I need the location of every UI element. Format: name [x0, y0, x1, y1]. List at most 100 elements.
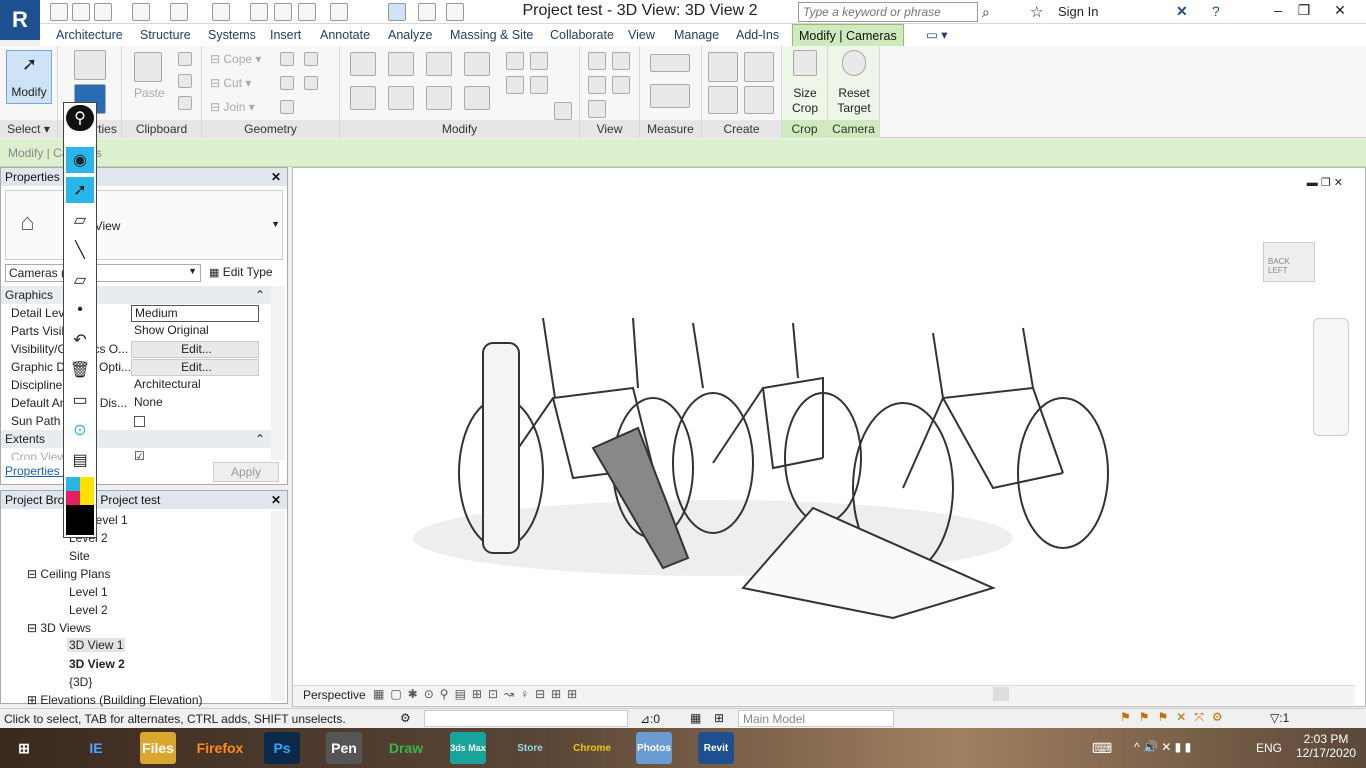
measure-icon[interactable] [212, 3, 230, 21]
select-dropdown[interactable]: Select ▾ [0, 120, 57, 138]
mirror-axis-icon[interactable] [426, 52, 452, 76]
store-icon[interactable]: Store [512, 732, 548, 764]
tab-analyze[interactable]: Analyze [382, 24, 438, 46]
cut-clipboard-icon[interactable] [178, 52, 192, 66]
category-graphics[interactable]: Graphics ⌃ [1, 286, 271, 304]
tree-item[interactable]: Level 1 [69, 585, 108, 599]
cope-button[interactable]: ⊟ Cope ▾ [210, 52, 261, 66]
pin-icon[interactable] [530, 76, 548, 94]
copy-modify-icon[interactable] [388, 86, 414, 110]
design-option-select[interactable]: Main Model [738, 710, 894, 727]
redo-icon[interactable] [170, 3, 188, 21]
firefox-icon[interactable]: Firefox [197, 732, 244, 764]
tab-modify-cameras[interactable]: Modify | Cameras [792, 24, 904, 46]
reset-target-button[interactable]: Reset Target [832, 50, 876, 118]
drawing-app-icon[interactable]: Draw [388, 732, 424, 764]
property-value[interactable]: Architectural [131, 377, 259, 394]
keyboard-icon[interactable]: ⌨ [1092, 740, 1112, 757]
binoculars-icon[interactable]: ⌕ [982, 4, 990, 21]
trim-icon[interactable] [464, 86, 490, 110]
tree-item[interactable]: {3D} [69, 675, 92, 689]
color-black[interactable] [66, 505, 94, 535]
viewcube[interactable]: BACK LEFT [1263, 242, 1315, 282]
tray-icons[interactable]: ^ 🔊 ✕ ▮ ▮ [1134, 740, 1191, 754]
tree-item[interactable]: Site [69, 549, 90, 563]
measure-distance-icon[interactable] [650, 54, 690, 72]
align-icon[interactable] [350, 52, 376, 76]
wall-joins-icon[interactable] [280, 52, 294, 66]
view-control-icons[interactable]: ▦▢✱⊙⚲▤⊞⊡↝♀⊟⊞⊞ [373, 687, 583, 701]
join-roof-icon[interactable] [280, 76, 294, 90]
pen-tool-icon[interactable]: Pen [326, 732, 362, 764]
open-icon[interactable] [50, 3, 68, 21]
edit-button[interactable]: Edit... [131, 341, 259, 358]
edit-type-button[interactable]: ▦ Edit Type [207, 263, 283, 283]
type-selector[interactable]: ⌂ 3D View ▼ [5, 190, 283, 260]
type-properties-icon[interactable] [74, 50, 106, 80]
tab-structure[interactable]: Structure [134, 24, 197, 46]
paste-icon[interactable] [134, 52, 162, 82]
mirror-draw-icon[interactable] [464, 52, 490, 76]
tab-view[interactable]: View [622, 24, 661, 46]
worksets-icon[interactable]: ⚙ [400, 711, 411, 725]
design-options-icon[interactable]: ⊞ [714, 711, 724, 725]
tree-node[interactable]: ⊟ 3D Views [27, 621, 91, 635]
tab-annotate[interactable]: Annotate [314, 24, 376, 46]
checkbox[interactable] [134, 416, 145, 427]
tab-add-ins[interactable]: Add-Ins [730, 24, 785, 46]
split-face-icon[interactable] [304, 52, 318, 66]
pen-app-icon[interactable]: ⚲ [66, 105, 94, 131]
apply-button[interactable]: Apply [213, 462, 279, 482]
eraser-icon[interactable]: ▱ [66, 267, 94, 293]
array-icon[interactable] [530, 52, 548, 70]
close-icon[interactable]: ✕ [271, 168, 281, 186]
tab-massing-site[interactable]: Massing & Site [444, 24, 539, 46]
projection-mode[interactable]: Perspective [303, 688, 366, 702]
clipboard-icon[interactable]: ▤ [66, 447, 94, 473]
paint-icon[interactable] [304, 76, 318, 90]
category-extents[interactable]: Extents ⌃ [1, 430, 271, 448]
selection-settings-icons[interactable]: ⚑⚑⚑✕⤧⚙ [1120, 710, 1231, 725]
star-icon[interactable]: ☆ [1030, 3, 1043, 21]
line-style-icon[interactable] [612, 76, 630, 94]
property-value[interactable]: Show Original [131, 323, 259, 340]
tree-node[interactable]: ⊟ Ceiling Plans [27, 567, 110, 581]
property-value[interactable]: None [131, 395, 259, 412]
exchange-icon[interactable]: ✕ [1176, 3, 1188, 20]
browser-scrollbar[interactable] [271, 511, 285, 701]
sun-path-checkbox[interactable] [131, 413, 259, 430]
instance-selector[interactable]: Cameras (1) ▼ [5, 264, 201, 282]
highlighter-icon[interactable]: ▱ [66, 207, 94, 233]
minimize-icon[interactable]: – [1266, 2, 1290, 18]
thin-lines-icon[interactable] [388, 3, 406, 21]
tab-collaborate[interactable]: Collaborate [544, 24, 620, 46]
match-type-icon[interactable] [178, 96, 192, 110]
tab-insert[interactable]: Insert [264, 24, 307, 46]
chrome-icon[interactable]: Chrome [573, 732, 611, 764]
move-icon[interactable] [350, 86, 376, 110]
sync-icon[interactable] [94, 3, 112, 21]
tag-icon[interactable] [274, 3, 292, 21]
filter-view-icon[interactable] [588, 100, 606, 118]
tree-item[interactable]: Level 2 [69, 603, 108, 617]
close-hidden-icon[interactable] [418, 3, 436, 21]
editable-only-icon[interactable]: ▦ [690, 711, 701, 725]
trash-icon[interactable]: 🗑 [66, 357, 94, 383]
tab-manage[interactable]: Manage [668, 24, 725, 46]
text-icon[interactable] [298, 3, 316, 21]
tree-node[interactable]: ⊞ Elevations (Building Elevation) [27, 693, 203, 707]
photos-icon[interactable]: Photos [636, 732, 672, 764]
dimension-measure-icon[interactable] [650, 84, 690, 108]
offset-icon[interactable] [388, 52, 414, 76]
copy-icon[interactable] [178, 74, 192, 88]
linework-icon[interactable] [588, 76, 606, 94]
camera-icon[interactable]: ⊙ [66, 417, 94, 443]
whiteboard-icon[interactable]: ▭ [66, 387, 94, 413]
sign-in-button[interactable]: Sign In [1058, 4, 1098, 19]
view-window-controls[interactable]: ▬ ❐ ✕ [1307, 176, 1343, 189]
revit-taskbar-icon[interactable]: Revit [698, 732, 734, 764]
tab-systems[interactable]: Systems [202, 24, 262, 46]
search-input[interactable] [798, 2, 978, 22]
edit-button[interactable]: Edit... [131, 359, 259, 376]
3ds-max-icon[interactable]: 3ds Max [450, 732, 486, 764]
